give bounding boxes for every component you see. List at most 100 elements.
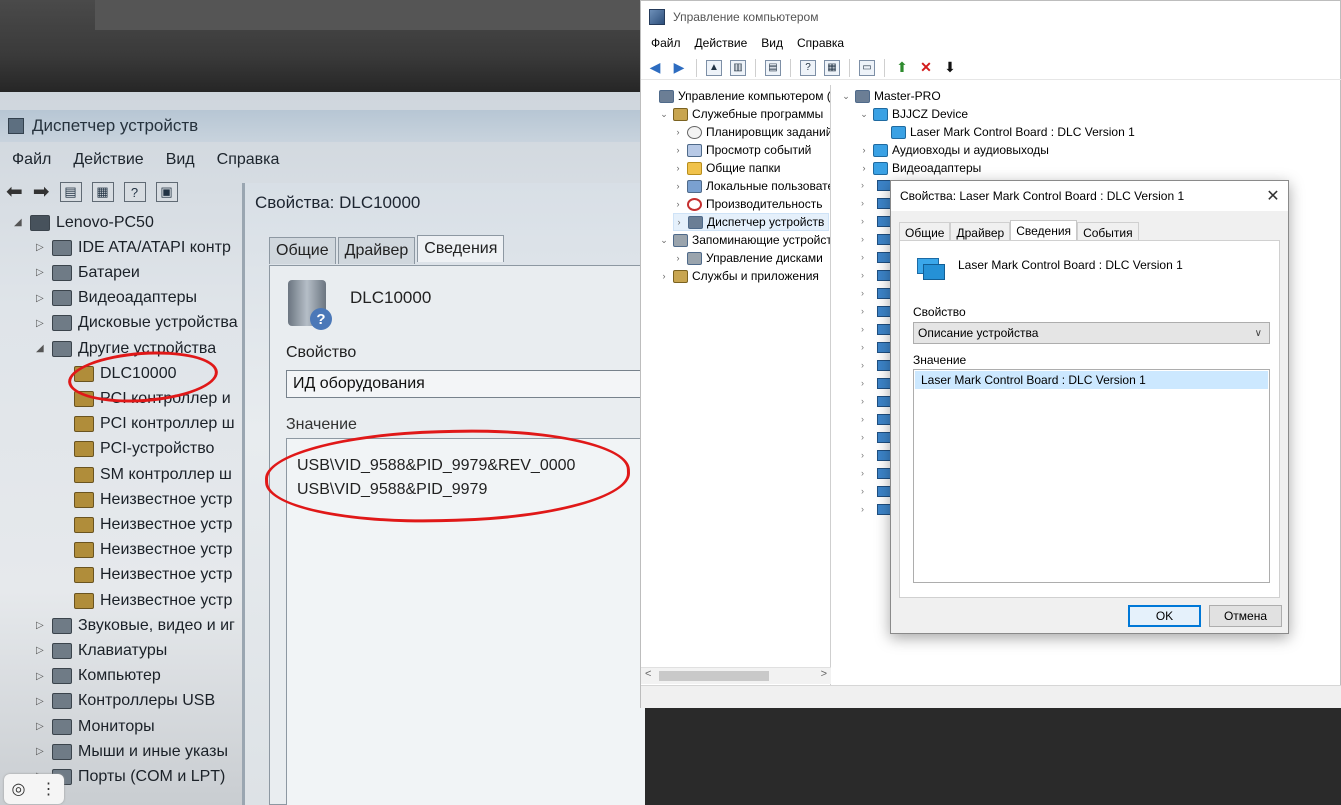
device-tree-item[interactable]: Неизвестное устр	[58, 512, 232, 537]
device-tree-item[interactable]: ▷ IDE ATA/ATAPI контр	[36, 235, 231, 260]
nav-tree-item[interactable]: › Локальные пользовате	[673, 177, 831, 195]
download-icon[interactable]: ⬇	[940, 58, 960, 78]
cancel-button[interactable]: Отмена	[1209, 605, 1282, 627]
collapsed-arrow-icon[interactable]: ›	[673, 253, 683, 263]
collapsed-arrow-icon[interactable]: ▷	[36, 620, 46, 631]
device-tree-item[interactable]: ▷ Мониторы	[36, 714, 155, 739]
more-icon[interactable]: ⋮	[40, 779, 56, 799]
collapsed-arrow-icon[interactable]: ›	[674, 217, 684, 227]
forward-icon[interactable]: ▶	[669, 58, 689, 78]
menu-help[interactable]: Справка	[217, 151, 280, 169]
menu-action[interactable]: Действие	[73, 151, 143, 169]
collapsed-arrow-icon[interactable]: ›	[859, 145, 869, 155]
collapsed-arrow-icon[interactable]: ›	[861, 180, 864, 190]
nav-tree-item[interactable]: › Производительность	[673, 195, 823, 213]
collapsed-arrow-icon[interactable]: ›	[861, 468, 864, 478]
device-tree-item[interactable]: ▷ Контроллеры USB	[36, 689, 215, 714]
device-tree-item[interactable]: ▷Порты (COM и LPT)	[36, 764, 225, 789]
collapsed-arrow-icon[interactable]: ›	[659, 271, 669, 281]
collapsed-arrow-icon[interactable]: ▷	[36, 645, 46, 656]
collapsed-arrow-icon[interactable]: ›	[861, 504, 864, 514]
collapsed-arrow-icon[interactable]: ›	[673, 163, 683, 173]
menu-view[interactable]: Вид	[166, 151, 195, 169]
tab-general[interactable]: Общие	[899, 222, 951, 241]
value-list[interactable]: Laser Mark Control Board : DLC Version 1	[913, 369, 1270, 583]
device-tree-item[interactable]: ▷ Клавиатуры	[36, 638, 167, 663]
scroll-left-icon[interactable]: <	[645, 668, 651, 680]
collapsed-arrow-icon[interactable]: ›	[861, 360, 864, 370]
collapsed-arrow-icon[interactable]: ›	[861, 306, 864, 316]
collapsed-arrow-icon[interactable]: ›	[861, 216, 864, 226]
collapsed-arrow-icon[interactable]: ›	[861, 414, 864, 424]
nav-tree-item[interactable]: ⌄ Служебные программы	[659, 105, 823, 123]
collapsed-arrow-icon[interactable]: ▷	[36, 696, 46, 707]
collapsed-arrow-icon[interactable]: ›	[673, 181, 683, 191]
device-tree-item[interactable]: Неизвестное устр	[58, 538, 232, 563]
collapsed-arrow-icon[interactable]: ▷	[36, 267, 46, 278]
device-tree-item[interactable]: ◢ Lenovo-PC50	[14, 210, 154, 235]
device-tree-item[interactable]: PCI контроллер ш	[58, 412, 235, 437]
scroll-right-icon[interactable]: >	[821, 668, 827, 680]
device-tree-item[interactable]: ▷ Батареи	[36, 260, 140, 285]
action-pane-icon[interactable]: ▦	[824, 59, 840, 76]
device-tree-item[interactable]: ▷ Дисковые устройства	[36, 311, 238, 336]
expanded-arrow-icon[interactable]: ⌄	[659, 235, 669, 246]
collapsed-arrow-icon[interactable]: ›	[861, 234, 864, 244]
collapsed-arrow-icon[interactable]: ›	[861, 486, 864, 496]
collapsed-arrow-icon[interactable]: ▷	[36, 318, 46, 329]
device-node[interactable]: ⌄ Master-PRO	[841, 87, 940, 105]
monitor-icon[interactable]: ▭	[859, 59, 875, 76]
device-node[interactable]: › Видеоадаптеры	[859, 159, 982, 177]
tab-driver[interactable]: Драйвер	[950, 222, 1011, 241]
property-select[interactable]: Описание устройства ∨	[913, 322, 1270, 344]
view-icon[interactable]: ▤	[59, 182, 82, 202]
cm-menu-help[interactable]: Справка	[797, 36, 844, 50]
up-folder-icon[interactable]: ▲	[706, 59, 722, 76]
expanded-arrow-icon[interactable]: ⌄	[659, 109, 669, 120]
collapsed-arrow-icon[interactable]: ▷	[36, 293, 46, 304]
device-node[interactable]: Laser Mark Control Board : DLC Version 1	[877, 123, 1135, 141]
expanded-arrow-icon[interactable]: ⌄	[859, 109, 869, 120]
ok-button[interactable]: OK	[1128, 605, 1201, 627]
collapsed-arrow-icon[interactable]: ›	[861, 252, 864, 262]
nav-tree-item[interactable]: ⌄ Запоминающие устройст	[659, 231, 830, 249]
collapsed-arrow-icon[interactable]: ›	[861, 450, 864, 460]
device-tree-item[interactable]: PCI-устройство	[58, 437, 214, 462]
expanded-arrow-icon[interactable]: ⌄	[841, 91, 851, 102]
menu-file[interactable]: Файл	[12, 151, 51, 169]
cm-menu-action[interactable]: Действие	[695, 36, 748, 50]
cm-menu-view[interactable]: Вид	[761, 36, 783, 50]
nav-tree-item[interactable]: › Управление дисками	[673, 249, 823, 267]
expanded-arrow-icon[interactable]: ◢	[36, 343, 46, 354]
device-tree-item[interactable]: ▷ Звуковые, видео и иг	[36, 613, 235, 638]
back-icon[interactable]: ◀	[645, 58, 665, 78]
collapsed-arrow-icon[interactable]: ›	[861, 288, 864, 298]
device-tree-item[interactable]: ▷ Видеоадаптеры	[36, 286, 197, 311]
back-arrow-icon[interactable]: ⬅	[6, 182, 23, 202]
collapsed-arrow-icon[interactable]: ›	[861, 396, 864, 406]
properties-icon[interactable]: ▦	[91, 182, 114, 202]
collapsed-arrow-icon[interactable]: ›	[861, 324, 864, 334]
collapsed-arrow-icon[interactable]: ›	[861, 378, 864, 388]
cm-menu-file[interactable]: Файл	[651, 36, 681, 50]
collapsed-arrow-icon[interactable]: ▷	[36, 242, 46, 253]
close-icon[interactable]: ✕	[1259, 183, 1287, 209]
collapsed-arrow-icon[interactable]: ›	[861, 270, 864, 280]
collapsed-arrow-icon[interactable]: ›	[861, 342, 864, 352]
collapsed-arrow-icon[interactable]: ›	[673, 127, 683, 137]
nav-tree-item[interactable]: Управление компьютером (л	[645, 87, 830, 105]
device-tree-item[interactable]: Неизвестное устр	[58, 487, 232, 512]
help-icon[interactable]: ?	[800, 59, 816, 76]
collapsed-arrow-icon[interactable]: ›	[859, 163, 869, 173]
scroll-thumb[interactable]	[659, 671, 769, 681]
forward-arrow-icon[interactable]: ➡	[33, 182, 50, 202]
device-tree-item[interactable]: ▷ Компьютер	[36, 664, 161, 689]
collapsed-arrow-icon[interactable]: ›	[861, 432, 864, 442]
photo-tab-general[interactable]: Общие	[269, 237, 336, 264]
tab-details[interactable]: Сведения	[1010, 220, 1078, 241]
collapsed-arrow-icon[interactable]: ▷	[36, 746, 46, 757]
device-tree-item[interactable]: Неизвестное устр	[58, 588, 232, 613]
update-driver-icon[interactable]: ⬆	[892, 58, 912, 78]
collapsed-arrow-icon[interactable]: ›	[673, 145, 683, 155]
device-tree-item[interactable]: Неизвестное устр	[58, 563, 232, 588]
